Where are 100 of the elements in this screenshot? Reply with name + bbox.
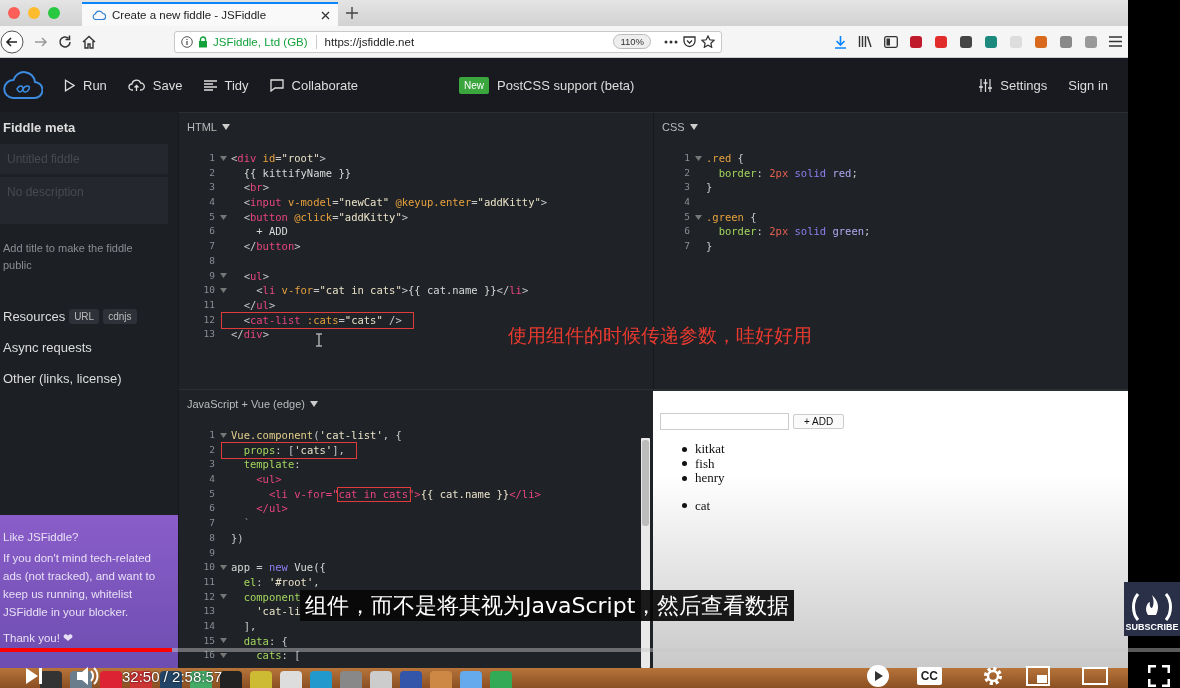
lock-icon <box>198 35 208 48</box>
more-icon[interactable] <box>664 39 678 44</box>
text-cursor-icon <box>315 333 323 347</box>
subscribe-button[interactable]: SUBSCRIBE <box>1124 582 1180 636</box>
code-line: cats: [ <box>255 648 301 663</box>
fold-icon[interactable] <box>219 214 227 220</box>
sidebar-item[interactable]: Resources <box>3 309 66 324</box>
play-icon[interactable] <box>866 665 889 687</box>
panel-title[interactable]: HTML <box>187 121 217 133</box>
extension-icon[interactable] <box>909 34 923 49</box>
chat-icon <box>269 78 284 92</box>
theater-icon[interactable] <box>1082 667 1108 685</box>
resource-tag[interactable]: cdnjs <box>103 309 137 324</box>
code-line: <div id="root"> <box>231 151 326 166</box>
pocket-icon[interactable] <box>683 35 696 48</box>
code-line: data: { <box>242 633 288 649</box>
line-number: 7 <box>208 239 215 254</box>
resource-tag[interactable]: URL <box>69 309 100 324</box>
list-item: cat <box>695 498 711 513</box>
code-line: <li v-for="cat in cats">{{ cat.name }}</li> <box>255 283 529 298</box>
volume-icon[interactable] <box>76 665 100 687</box>
annotation-text: 使用组件的时候传递参数，哇好好用 <box>508 323 812 348</box>
line-number: 10 <box>202 560 215 575</box>
fold-icon[interactable] <box>219 653 227 659</box>
extension-icon[interactable] <box>959 34 973 49</box>
reload-icon[interactable] <box>58 34 72 49</box>
collaborate-button[interactable]: Collaborate <box>269 77 359 93</box>
line-number: 5 <box>208 209 215 224</box>
download-icon[interactable] <box>834 34 847 49</box>
address-bar[interactable]: JSFiddle, Ltd (GB) https://jsfiddle.net 110% <box>174 30 722 53</box>
line-number: 9 <box>208 545 215 560</box>
save-button[interactable]: Save <box>127 77 183 93</box>
plus-icon[interactable] <box>346 7 358 19</box>
back-icon[interactable] <box>0 29 24 54</box>
miniplayer-icon[interactable] <box>1026 666 1050 686</box>
code-line: el: '#root', <box>242 574 320 590</box>
sidebar-item[interactable]: Async requests <box>3 340 92 355</box>
code-line: </div> <box>231 327 269 342</box>
fold-icon[interactable] <box>219 432 227 438</box>
close-icon[interactable] <box>321 10 330 20</box>
captions-button[interactable]: CC <box>916 667 942 685</box>
code-line: props: ['cats'], <box>242 442 345 458</box>
line-number: 3 <box>683 180 690 195</box>
fold-icon[interactable] <box>219 594 227 600</box>
forward-icon[interactable] <box>34 35 48 48</box>
fold-icon[interactable] <box>694 214 702 220</box>
cloud-icon <box>92 10 106 20</box>
code-line: 'cat-li <box>255 604 301 619</box>
tidy-button[interactable]: Tidy <box>203 77 249 93</box>
add-button[interactable]: + ADD <box>793 414 845 429</box>
code-line: <br> <box>242 180 269 196</box>
text-input[interactable] <box>660 413 789 430</box>
progress-track[interactable] <box>0 648 1180 652</box>
line-number: 6 <box>683 224 690 239</box>
cloud-logo[interactable] <box>3 70 43 100</box>
settings-icon[interactable] <box>982 665 1004 687</box>
fold-icon[interactable] <box>694 155 702 161</box>
hint-text: Add title to make the fiddle public <box>2 241 134 273</box>
line-number: 14 <box>202 618 215 633</box>
panel-title[interactable]: JavaScript + Vue (edge) <box>187 398 305 410</box>
sign-in-button[interactable]: Sign in <box>1068 77 1108 93</box>
code-line: {{ kittifyName }} <box>242 165 352 181</box>
caret-icon[interactable] <box>689 124 698 130</box>
fold-icon[interactable] <box>219 288 227 294</box>
extension-icon[interactable] <box>984 34 998 49</box>
line-number: 9 <box>208 268 215 283</box>
code-line: </ul> <box>242 297 276 313</box>
code-line: </button> <box>242 239 301 254</box>
menu-icon[interactable] <box>1109 36 1122 47</box>
code-line: } <box>706 239 713 254</box>
fold-icon[interactable] <box>219 155 227 161</box>
panel-title[interactable]: CSS <box>662 121 685 133</box>
run-button[interactable]: Run <box>64 77 107 93</box>
announcement-link[interactable]: PostCSS support (beta) <box>497 77 635 93</box>
line-number: 5 <box>683 209 690 224</box>
fullscreen-icon[interactable] <box>1148 665 1170 687</box>
line-number: 7 <box>208 516 215 531</box>
star-icon[interactable] <box>701 35 715 48</box>
fold-icon[interactable] <box>219 565 227 571</box>
line-number: 11 <box>202 297 215 312</box>
extension-icon[interactable] <box>934 34 948 49</box>
code-line: Vue.component('cat-list', { <box>231 428 402 443</box>
settings-button[interactable]: Settings <box>979 77 1048 93</box>
browser-tab[interactable]: Create a new fiddle - JSFiddle <box>82 2 338 26</box>
library-icon[interactable] <box>858 35 873 48</box>
caret-icon[interactable] <box>309 401 318 407</box>
new-badge: New <box>459 76 490 94</box>
caret-icon[interactable] <box>221 124 230 130</box>
next-icon[interactable] <box>24 666 44 686</box>
cloud-upload-icon <box>127 78 145 92</box>
code-line: app = new Vue({ <box>231 560 326 575</box>
bullet-icon <box>682 461 687 467</box>
sidebar-item[interactable]: Other (links, license) <box>3 371 122 386</box>
fold-icon[interactable] <box>219 273 227 279</box>
code-line: }) <box>231 530 244 546</box>
sidebar-icon[interactable] <box>884 35 898 48</box>
zoom-badge[interactable]: 110% <box>613 34 651 49</box>
home-icon[interactable] <box>82 34 96 49</box>
url-text[interactable]: https://jsfiddle.net <box>324 35 609 48</box>
fold-icon[interactable] <box>219 638 227 644</box>
